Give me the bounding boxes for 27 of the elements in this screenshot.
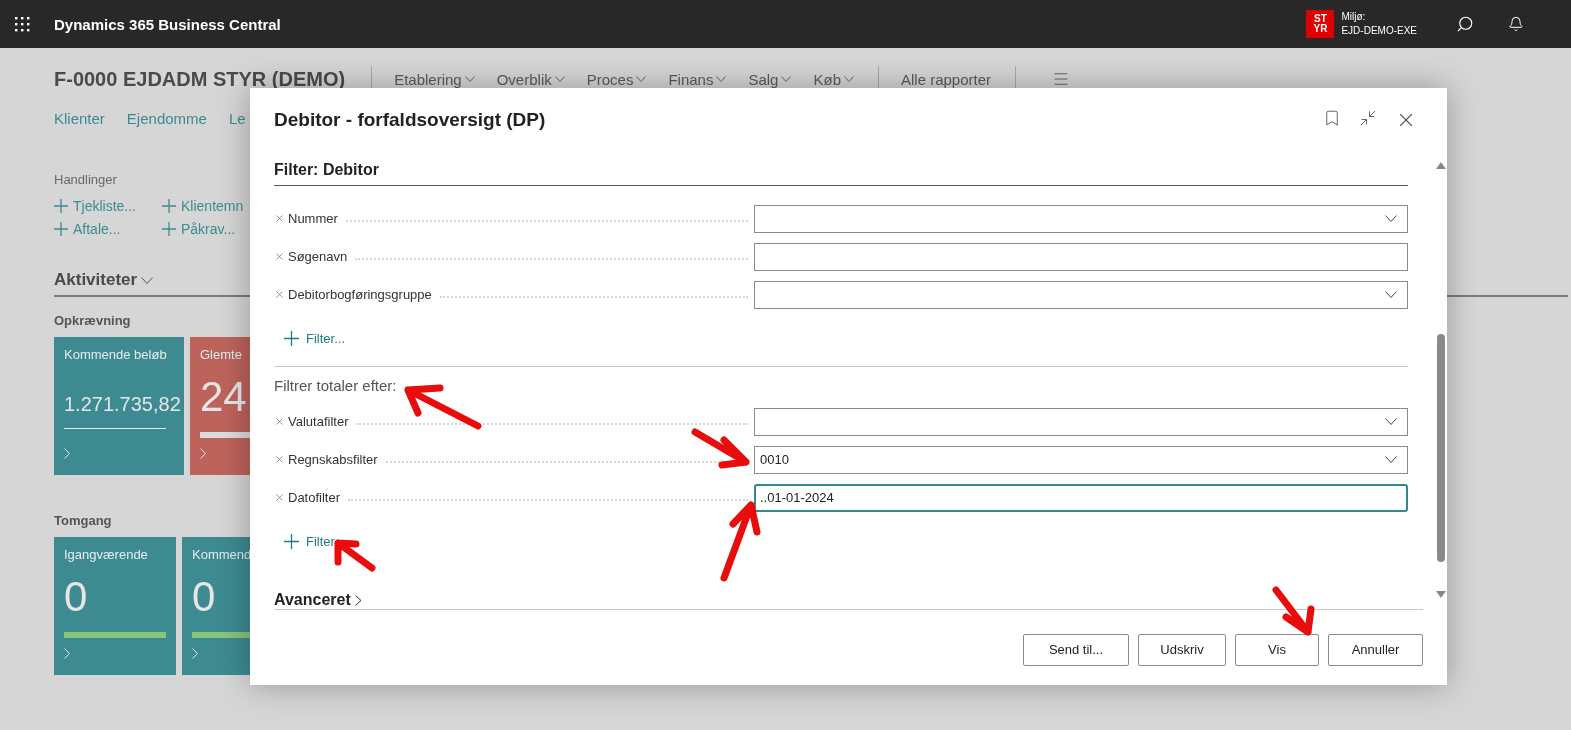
app-name: Dynamics 365 Business Central xyxy=(54,15,281,33)
tile-value: 24 xyxy=(200,372,247,422)
page-title: F-0000 EJDADM STYR (DEMO) xyxy=(54,67,346,91)
tile-value: 0 xyxy=(192,572,216,622)
field-label: Søgenavn xyxy=(288,249,348,265)
tile-title: Kommend xyxy=(192,547,252,562)
section-heading: Filter: Debitor xyxy=(274,152,1408,186)
tile-value: 1.271.735,82 xyxy=(64,392,181,416)
field-value: ..01-01-2024 xyxy=(760,490,834,506)
environment-name: EJD-DEMO-EXE xyxy=(1341,24,1417,38)
field-label: Regnskabsfilter xyxy=(288,452,378,468)
field-label: Valutafilter xyxy=(288,414,349,430)
section-subheading: Filtrer totaler efter: xyxy=(274,366,1408,405)
environment-label: Miljø: xyxy=(1341,10,1367,24)
tile-title: Kommende beløb xyxy=(64,347,167,362)
group-title: Opkrævning xyxy=(54,313,132,330)
section-label: Handlinger xyxy=(54,172,118,189)
environment-badge: ST YR xyxy=(1306,10,1335,38)
tile-value: 0 xyxy=(64,572,88,622)
group-title: Tomgang xyxy=(54,513,113,530)
tile-title: Igangværende xyxy=(64,547,148,562)
field-label: Debitorbogføringsgruppe xyxy=(288,287,432,303)
dialog-title: Debitor - forfaldsoversigt (DP) xyxy=(274,109,546,131)
tile-title: Glemte xyxy=(200,347,242,362)
field-value: 0010 xyxy=(760,452,789,468)
field-label: Datofilter xyxy=(288,490,341,506)
field-label: Nummer xyxy=(288,211,338,227)
